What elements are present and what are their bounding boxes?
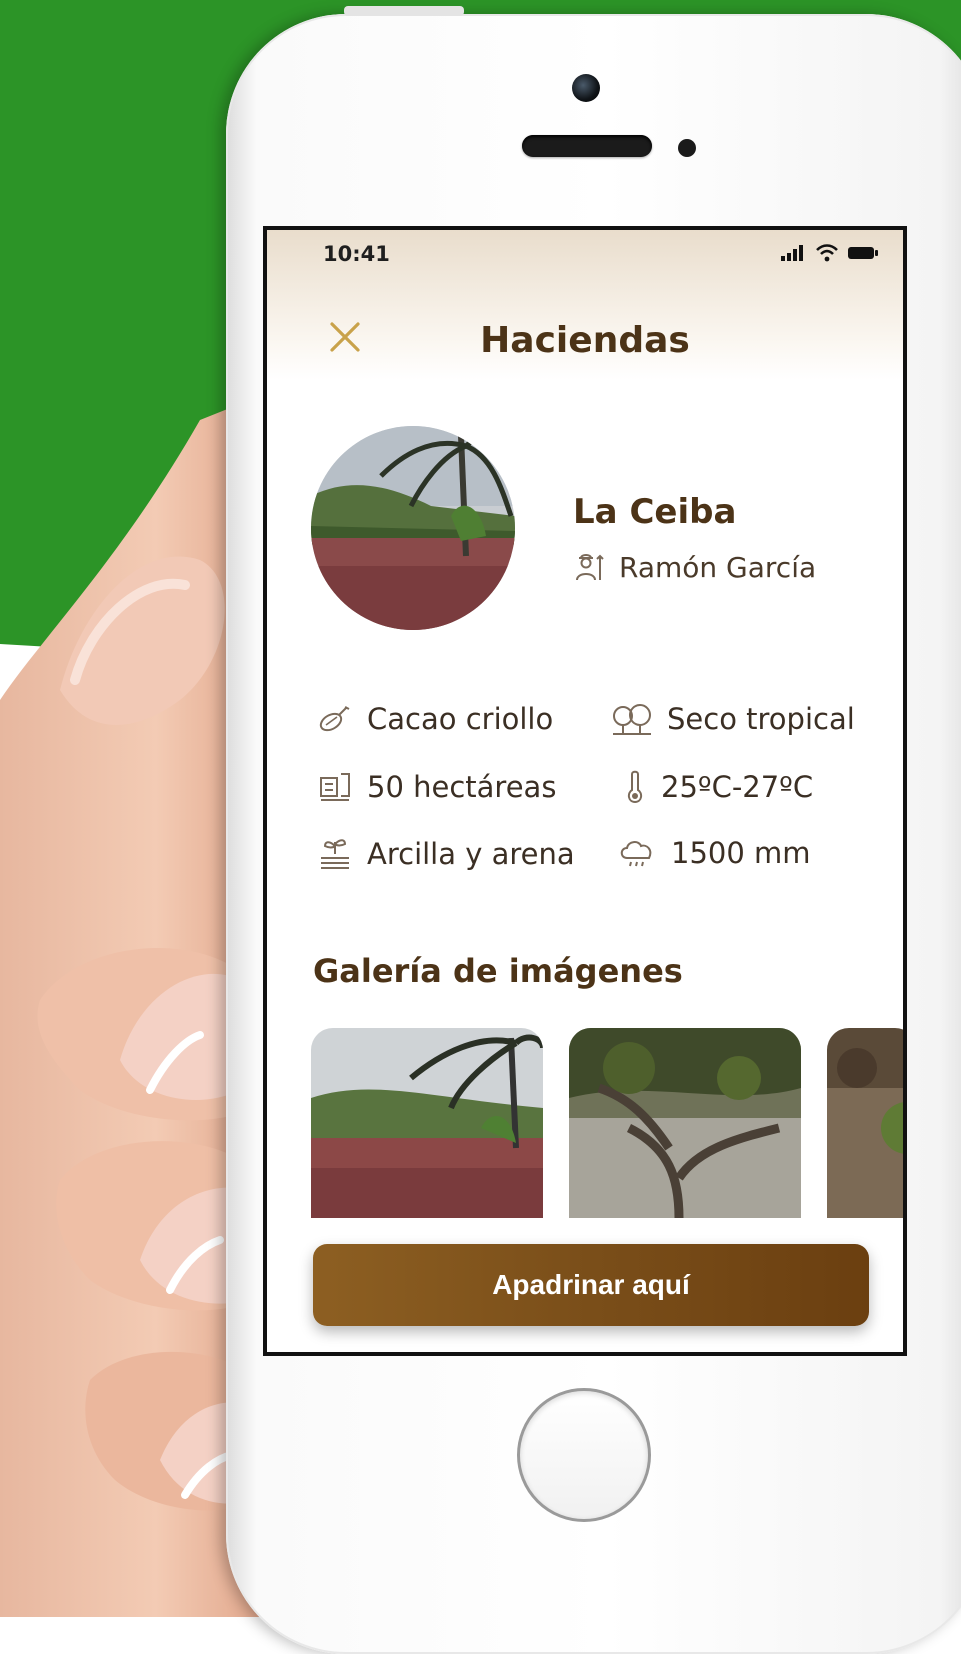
front-camera	[572, 74, 600, 102]
image-gallery[interactable]	[311, 1028, 903, 1223]
land-area-icon	[320, 773, 350, 801]
status-time: 10:41	[323, 242, 390, 266]
farmer-icon	[576, 554, 604, 581]
gallery-image[interactable]	[311, 1028, 543, 1218]
owner-name: Ramón García	[619, 550, 817, 584]
detail-rainfall: 1500 mm	[617, 836, 811, 870]
battery-icon	[848, 247, 878, 259]
farm-photo	[311, 426, 515, 630]
home-button[interactable]	[517, 1388, 651, 1522]
sponsor-button[interactable]: Apadrinar aquí	[313, 1244, 869, 1326]
detail-temperature: 25ºC-27ºC	[623, 770, 813, 804]
gallery-image[interactable]	[827, 1028, 903, 1218]
detail-crop: Cacao criollo	[317, 702, 553, 736]
earpiece-speaker	[522, 135, 652, 157]
page-title: Haciendas	[480, 320, 690, 361]
rain-cloud-icon	[620, 841, 652, 867]
app-screen: 10:41 Haciendas La Ceiba Ramón García Ca…	[263, 226, 907, 1356]
farm-avatar	[311, 426, 515, 630]
status-icons	[781, 244, 879, 262]
farm-name: La Ceiba	[573, 492, 737, 532]
owner-row: Ramón García	[573, 550, 816, 584]
phone-top-button	[344, 6, 464, 16]
proximity-sensor	[678, 139, 696, 157]
wifi-icon	[816, 244, 838, 262]
soil-sprout-icon	[321, 839, 349, 869]
trees-icon	[613, 704, 651, 735]
cacao-pod-icon	[319, 706, 350, 732]
thermometer-icon	[627, 770, 643, 804]
gallery-image[interactable]	[569, 1028, 801, 1218]
signal-icon	[781, 245, 803, 261]
detail-area: 50 hectáreas	[317, 770, 556, 804]
detail-soil: Arcilla y arena	[317, 836, 575, 872]
detail-climate: Seco tropical	[611, 702, 855, 736]
gallery-title: Galería de imágenes	[313, 952, 683, 990]
